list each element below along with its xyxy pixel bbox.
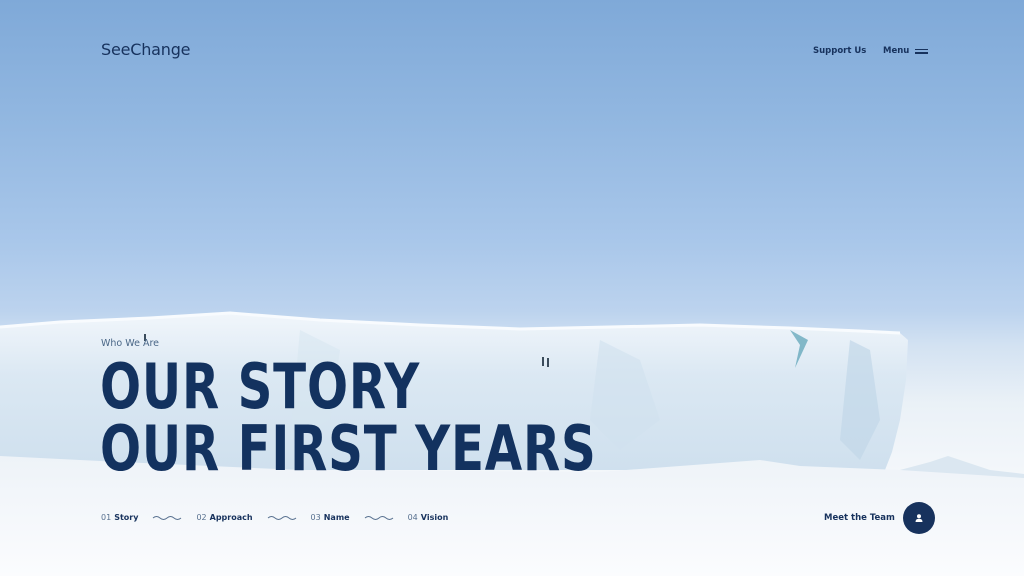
site-logo[interactable]: SeeChange xyxy=(101,40,191,59)
chapter-number: 02 xyxy=(196,513,207,522)
chapter-nav: 01 Story 02 Approach 03 Name 04 Vision xyxy=(101,513,448,522)
meet-the-team-circle xyxy=(902,502,935,534)
hero-section: SeeChange Support Us Menu Who We Are OUR… xyxy=(0,0,1024,576)
chapter-number: 04 xyxy=(407,513,418,522)
person-icon xyxy=(915,514,923,522)
menu-icon xyxy=(915,48,929,54)
chapter-story[interactable]: 01 Story xyxy=(101,513,138,522)
chapter-number: 03 xyxy=(310,513,321,522)
wave-divider-icon xyxy=(364,515,393,520)
chapter-number: 01 xyxy=(101,513,112,522)
chapter-label: Approach xyxy=(209,513,253,522)
menu-button[interactable]: Menu xyxy=(883,46,929,56)
wave-divider-icon xyxy=(267,515,296,520)
page-title: OUR STORY OUR FIRST YEARS xyxy=(100,356,597,480)
section-eyebrow: Who We Are xyxy=(101,338,159,349)
support-us-link[interactable]: Support Us xyxy=(813,46,866,56)
headline-line-1: OUR STORY xyxy=(100,350,421,423)
menu-label: Menu xyxy=(883,46,910,56)
chapter-label: Story xyxy=(114,513,139,522)
headline-line-2: OUR FIRST YEARS xyxy=(100,412,597,485)
iceberg-background-image xyxy=(0,311,1024,576)
chapter-vision[interactable]: 04 Vision xyxy=(408,513,449,522)
chapter-approach[interactable]: 02 Approach xyxy=(196,513,252,522)
chapter-name[interactable]: 03 Name xyxy=(311,513,350,522)
meet-the-team-button[interactable]: Meet the Team xyxy=(824,502,935,534)
meet-the-team-label: Meet the Team xyxy=(824,513,895,523)
chapter-label: Name xyxy=(323,513,350,522)
chapter-label: Vision xyxy=(420,513,449,522)
wave-divider-icon xyxy=(153,515,182,520)
